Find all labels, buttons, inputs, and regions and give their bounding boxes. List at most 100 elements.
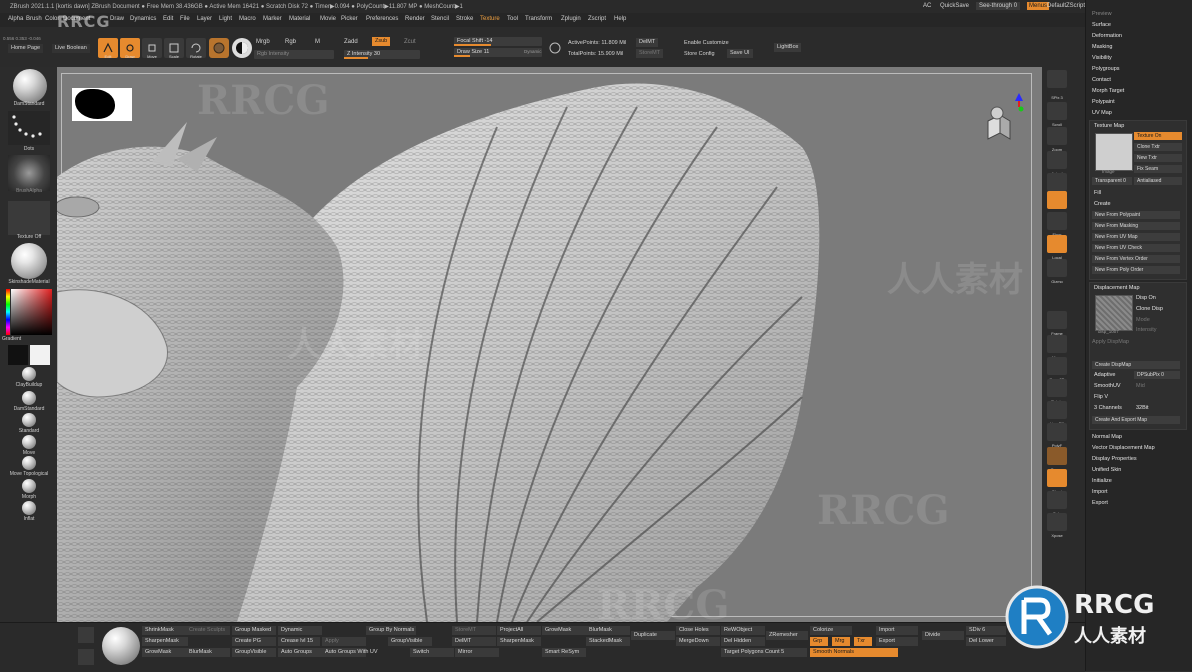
transparent-slider[interactable]: Transparent 0 [1092, 177, 1132, 185]
new-from-masking-button[interactable]: New From Masking [1092, 222, 1180, 230]
brush-claybuildup-icon[interactable] [22, 367, 36, 381]
shrink-mask-button[interactable]: ShrinkMask [142, 626, 188, 635]
dpsubpix-slider[interactable]: DPSubPix 0 [1134, 371, 1180, 379]
new-from-polypaint-button[interactable]: New From Polypaint [1092, 211, 1180, 219]
create-sculpts-button[interactable]: Create Sculpts [186, 626, 230, 635]
store-mt-bottom-button[interactable]: StoreMT [452, 626, 496, 635]
menu-layer[interactable]: Layer [197, 16, 212, 22]
menu-alpha[interactable]: Alpha [8, 16, 23, 22]
menu-macro[interactable]: Macro [239, 16, 256, 22]
mid-slider[interactable]: Mid [1136, 383, 1145, 389]
store-config-button[interactable]: Store Config [684, 51, 715, 57]
mrgb-toggle[interactable]: Mrgb [256, 39, 270, 45]
del-mt-button[interactable]: DelMT [636, 38, 659, 47]
sculpt-model[interactable] [57, 67, 1042, 622]
palette-polypaint[interactable]: Polypaint [1092, 99, 1115, 105]
target-polygons-slider[interactable]: Target Polygons Count 5 [721, 648, 807, 657]
palette-surface[interactable]: Surface [1092, 22, 1111, 28]
transp-button[interactable]: Transp [1047, 447, 1067, 472]
del-hidden-button[interactable]: Del Hidden [721, 637, 765, 646]
duplicate-button[interactable]: Duplicate [631, 631, 675, 640]
move-button[interactable]: Move [142, 38, 162, 59]
menu-preferences[interactable]: Preferences [366, 16, 398, 22]
import-button[interactable]: Import [876, 626, 918, 635]
color-picker[interactable] [6, 289, 52, 335]
hue-strip[interactable] [6, 289, 10, 335]
divide-button[interactable]: Divide [922, 631, 964, 640]
expand-icon[interactable] [78, 649, 94, 665]
texture-preview[interactable] [8, 201, 50, 235]
edit-button[interactable]: Edit [98, 38, 118, 59]
palette-display-properties[interactable]: Display Properties [1092, 456, 1137, 462]
zoom3d-button[interactable]: Zoom3D [1047, 357, 1067, 382]
texture-thumbnail[interactable] [1095, 133, 1133, 171]
zremesher-button[interactable]: ZRemesher [766, 631, 808, 640]
brush-move-topological-icon[interactable] [22, 456, 36, 470]
mode-button[interactable]: Mode [1136, 317, 1150, 323]
material-swatch[interactable] [209, 38, 229, 58]
focal-shift-slider[interactable]: Focal Shift -14 [454, 37, 542, 46]
auto-groups-button[interactable]: Auto Groups [278, 648, 322, 657]
sharpen-mask-button[interactable]: SharpenMask [142, 637, 188, 646]
dynamic-button[interactable]: Dynamic [278, 626, 322, 635]
zadd-toggle[interactable]: Zadd [344, 39, 358, 45]
menu-stroke[interactable]: Stroke [456, 16, 473, 22]
palette-unified-skin[interactable]: Unified Skin [1092, 467, 1121, 473]
store-mt-button[interactable]: StoreMT [636, 49, 664, 58]
alpha-preview[interactable] [8, 155, 50, 191]
apply-dispmap-button[interactable]: Apply DispMap [1092, 339, 1129, 345]
menu-dynamics[interactable]: Dynamics [130, 16, 156, 22]
brush-standard-icon[interactable] [22, 413, 36, 427]
palette-uv-map[interactable]: UV Map [1092, 110, 1112, 116]
see-through-slider[interactable]: See-through 0 [976, 2, 1021, 10]
palette-preview[interactable]: Preview [1092, 11, 1112, 17]
material-preview[interactable] [11, 243, 47, 279]
line-fill-button[interactable]: Line Fill [1047, 401, 1067, 426]
ac-button[interactable]: AC [923, 3, 931, 9]
smart-resym-button[interactable]: Smart ReSym [542, 648, 586, 657]
zcut-toggle[interactable]: Zcut [404, 39, 416, 45]
apply-button[interactable]: Apply [322, 637, 366, 646]
auto-groups-uv-button[interactable]: Auto Groups With UV [322, 648, 378, 657]
lightbox-button[interactable]: LightBox [774, 43, 802, 52]
menu-material[interactable]: Material [289, 16, 310, 22]
grow-mask-2-button[interactable]: GrowMask [542, 626, 586, 635]
menu-zplugin[interactable]: Zplugin [561, 16, 581, 22]
new-from-uv-map-button[interactable]: New From UV Map [1092, 233, 1180, 241]
actual-button[interactable]: Actual [1047, 151, 1067, 176]
enable-customize-button[interactable]: Enable Customize [684, 40, 729, 46]
palette-export[interactable]: Export [1092, 500, 1108, 506]
palette-vector-displacement-map[interactable]: Vector Displacement Map [1092, 445, 1155, 451]
menu-picker[interactable]: Picker [341, 16, 358, 22]
smooth-normals-button[interactable]: Smooth Normals [810, 648, 898, 657]
rotate-button[interactable]: Rotate [186, 38, 206, 59]
viewport-canvas[interactable]: RRCG 人人素材 RRCG 人人素材 RRCG [57, 67, 1042, 629]
brush-move-icon[interactable] [22, 435, 36, 449]
menu-help[interactable]: Help [614, 16, 626, 22]
merge-down-button[interactable]: MergeDown [676, 637, 720, 646]
menu-texture[interactable]: Texture [480, 16, 500, 22]
project-all-button[interactable]: ProjectAll [497, 626, 541, 635]
intensity-slider[interactable]: Intensity [1136, 327, 1156, 333]
menu-tool[interactable]: Tool [507, 16, 518, 22]
switch-button[interactable]: Switch [410, 648, 454, 657]
texture-map-header[interactable]: Texture Map [1094, 123, 1124, 129]
del-mt-bottom-button[interactable]: DelMT [452, 637, 496, 646]
colorize-button[interactable]: Colorize [810, 626, 852, 635]
draw-button[interactable]: Draw [120, 38, 140, 59]
sdiv-slider[interactable]: SDiv 6 [966, 626, 1006, 635]
group-visible-button[interactable]: GroupVisible [232, 648, 276, 657]
default-zscript-button[interactable]: DefaultZScript [1047, 3, 1085, 9]
brush-morph-icon[interactable] [22, 479, 36, 493]
xpose-button[interactable]: Xpose [1047, 513, 1067, 538]
del-lower-button[interactable]: Del Lower [966, 637, 1006, 646]
menu-draw[interactable]: Draw [110, 16, 124, 22]
pin-icon[interactable] [78, 627, 94, 643]
menu-render[interactable]: Render [405, 16, 425, 22]
close-holes-button[interactable]: Close Holes [676, 626, 720, 635]
secondary-color-swatch[interactable] [30, 345, 50, 365]
scale-button[interactable]: Scale [164, 38, 184, 59]
solo-button[interactable]: Solo [1047, 491, 1067, 516]
color-swatch[interactable] [232, 38, 252, 58]
bpr-button[interactable]: BPR [1047, 70, 1067, 95]
